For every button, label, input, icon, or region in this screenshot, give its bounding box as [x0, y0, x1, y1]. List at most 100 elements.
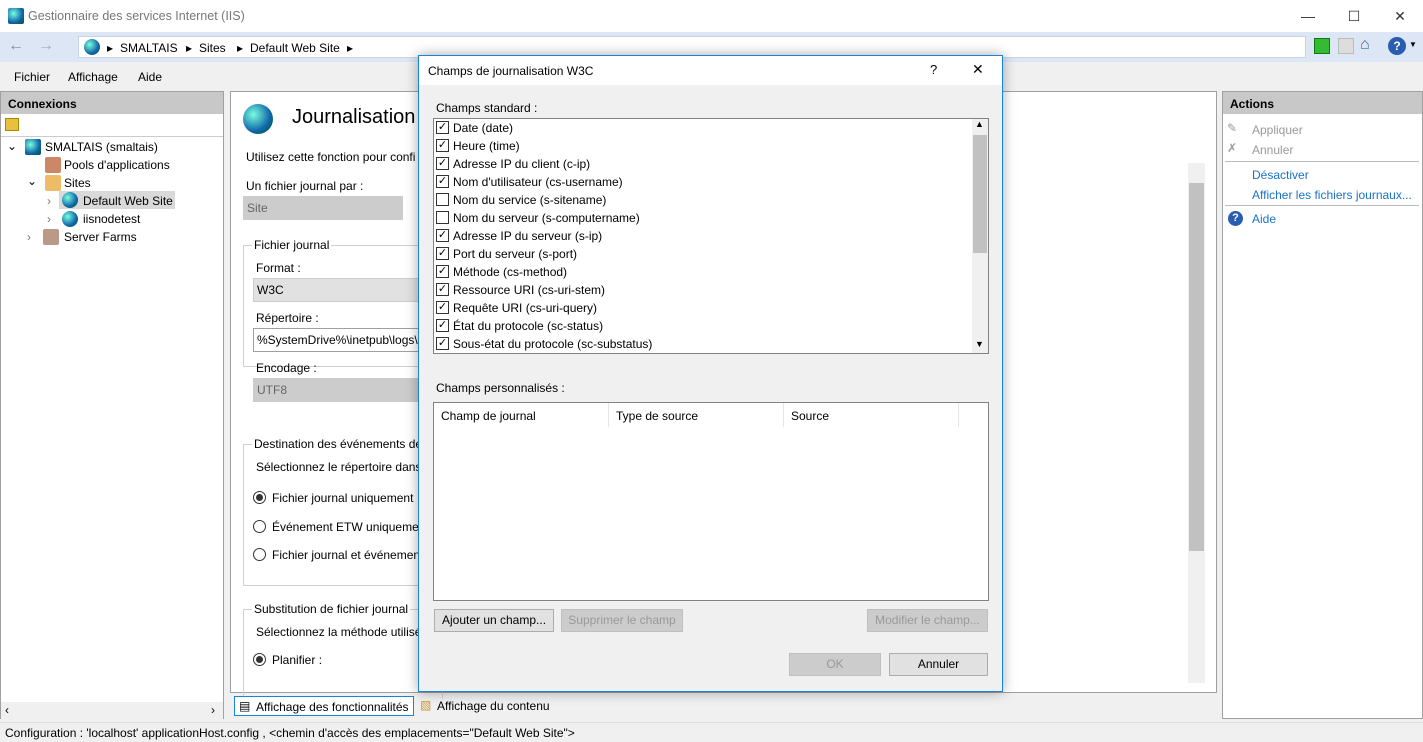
list-scrollbar-thumb[interactable]: [973, 135, 987, 253]
directory-input[interactable]: %SystemDrive%\inetpub\logs\: [253, 328, 423, 352]
field-checkbox[interactable]: ✓: [436, 157, 449, 170]
radio-logfile-only-label[interactable]: Fichier journal uniquement: [272, 491, 413, 505]
globe-icon: [84, 39, 100, 55]
standard-fields-list[interactable]: ✓ Sous-état du protocole (sc-substatus) ✓ É…: [433, 118, 989, 354]
refresh-icon[interactable]: [1314, 38, 1330, 54]
column-header-field[interactable]: Champ de journal: [441, 409, 536, 423]
dialog-help-button[interactable]: ?: [930, 62, 937, 77]
field-item[interactable]: ✓ État du protocole (sc-status): [434, 317, 974, 335]
field-checkbox[interactable]: ✓: [436, 139, 449, 152]
encoding-select[interactable]: UTF8: [253, 378, 423, 402]
radio-schedule[interactable]: [253, 653, 266, 666]
tree-item-server[interactable]: SMALTAIS (smaltais): [45, 140, 158, 154]
radio-etw-only-label[interactable]: Événement ETW uniquemen: [272, 520, 425, 534]
tab-content-label: Affichage du contenu: [437, 699, 550, 713]
horizontal-scrollbar[interactable]: ‹ ›: [1, 702, 223, 719]
field-checkbox[interactable]: ✓: [436, 319, 449, 332]
radio-etw-only[interactable]: [253, 520, 266, 533]
list-scrollbar[interactable]: ▲ ▼: [972, 119, 988, 353]
breadcrumb-default-web-site[interactable]: Default Web Site: [250, 41, 340, 55]
dialog-title: Champs de journalisation W3C: [428, 64, 594, 78]
field-checkbox[interactable]: [436, 211, 449, 224]
field-item[interactable]: ✓ Heure (time): [434, 137, 974, 155]
maximize-button[interactable]: ☐: [1331, 0, 1377, 32]
connections-panel: Connexions ⌄ SMALTAIS (smaltais) Pools d…: [0, 91, 224, 719]
add-field-button[interactable]: Ajouter un champ...: [434, 609, 554, 632]
breadcrumb-smaltais[interactable]: SMALTAIS: [120, 41, 178, 55]
edit-field-button[interactable]: Modifier le champ...: [867, 609, 988, 632]
format-label: Format :: [256, 261, 301, 275]
field-item[interactable]: ✓ Ressource URI (cs-uri-stem): [434, 281, 974, 299]
schedule-label[interactable]: Planifier :: [272, 653, 322, 667]
field-checkbox[interactable]: ✓: [436, 265, 449, 278]
field-checkbox[interactable]: ✓: [436, 229, 449, 242]
action-disable[interactable]: Désactiver: [1252, 168, 1309, 182]
directory-label: Répertoire :: [256, 311, 319, 325]
field-checkbox[interactable]: ✓: [436, 283, 449, 296]
stop-icon[interactable]: [1338, 38, 1354, 54]
connect-icon[interactable]: [5, 118, 19, 131]
cancel-button[interactable]: Annuler: [889, 653, 988, 676]
field-item[interactable]: ✓ Date (date): [434, 119, 974, 137]
menu-affichage[interactable]: Affichage: [68, 70, 118, 84]
field-item[interactable]: ✓ Requête URI (cs-uri-query): [434, 299, 974, 317]
field-label: Nom d'utilisateur (cs-username): [453, 175, 623, 189]
field-item[interactable]: Nom du service (s-sitename): [434, 191, 974, 209]
field-item[interactable]: ✓ Port du serveur (s-port): [434, 245, 974, 263]
tree-item-server-farms[interactable]: Server Farms: [64, 230, 137, 244]
field-checkbox[interactable]: ✓: [436, 175, 449, 188]
ok-button[interactable]: OK: [789, 653, 881, 676]
field-checkbox[interactable]: ✓: [436, 301, 449, 314]
tab-content-view[interactable]: ▧ Affichage du contenu: [418, 696, 598, 716]
server-icon: [25, 139, 41, 155]
field-item[interactable]: Nom du serveur (s-computername): [434, 209, 974, 227]
tree-item-iisnodetest[interactable]: iisnodetest: [83, 212, 140, 226]
logfile-group-label: Fichier journal: [252, 238, 332, 252]
action-apply[interactable]: Appliquer: [1252, 123, 1303, 137]
custom-fields-label: Champs personnalisés :: [436, 381, 565, 395]
column-header-source-type[interactable]: Type de source: [616, 409, 698, 423]
field-item[interactable]: ✓ Adresse IP du serveur (s-ip): [434, 227, 974, 245]
remove-field-button[interactable]: Supprimer le champ: [561, 609, 683, 632]
help-icon[interactable]: ?: [1388, 37, 1406, 55]
field-checkbox[interactable]: ✓: [436, 247, 449, 260]
field-label: Nom du service (s-sitename): [453, 193, 607, 207]
help-dropdown-icon[interactable]: ▼: [1409, 40, 1417, 49]
action-view-logs[interactable]: Afficher les fichiers journaux...: [1252, 188, 1412, 202]
breadcrumb-sites[interactable]: Sites: [199, 41, 226, 55]
home-icon[interactable]: ⌂: [1360, 36, 1370, 54]
menu-fichier[interactable]: Fichier: [14, 70, 50, 84]
field-item[interactable]: ✓ Méthode (cs-method): [434, 263, 974, 281]
destination-group-label: Destination des événements de j: [252, 437, 431, 451]
connections-title: Connexions: [1, 92, 223, 114]
scrollbar-thumb[interactable]: [1189, 183, 1204, 551]
field-label: Méthode (cs-method): [453, 265, 568, 279]
radio-both-label[interactable]: Fichier journal et événemen: [272, 548, 420, 562]
radio-both[interactable]: [253, 548, 266, 561]
minimize-button[interactable]: —: [1285, 0, 1331, 32]
back-button[interactable]: ←: [8, 37, 24, 55]
radio-logfile-only[interactable]: [253, 491, 266, 504]
field-checkbox[interactable]: ✓: [436, 337, 449, 350]
tab-features-view[interactable]: ▤ Affichage des fonctionnalités: [234, 696, 414, 716]
tree-item-default-web-site[interactable]: Default Web Site: [83, 194, 173, 208]
vertical-scrollbar[interactable]: [1188, 163, 1205, 683]
field-item[interactable]: ✓ Adresse IP du client (c-ip): [434, 155, 974, 173]
field-checkbox[interactable]: [436, 193, 449, 206]
custom-fields-table[interactable]: Champ de journal Type de source Source: [433, 402, 989, 601]
close-button[interactable]: ✕: [1377, 0, 1423, 32]
format-select[interactable]: W3C: [253, 278, 423, 302]
column-header-source[interactable]: Source: [791, 409, 829, 423]
field-label: Adresse IP du client (c-ip): [453, 157, 591, 171]
action-help[interactable]: Aide: [1252, 212, 1276, 226]
menu-aide[interactable]: Aide: [138, 70, 162, 84]
field-item[interactable]: ✓ Sous-état du protocole (sc-substatus): [434, 335, 974, 353]
field-item[interactable]: ✓ Nom d'utilisateur (cs-username): [434, 173, 974, 191]
tree-item-app-pools[interactable]: Pools d'applications: [64, 158, 170, 172]
action-cancel[interactable]: Annuler: [1252, 143, 1293, 157]
forward-button[interactable]: →: [38, 37, 54, 55]
log-per-select[interactable]: Site: [243, 196, 403, 220]
dialog-close-button[interactable]: ✕: [972, 61, 984, 78]
field-checkbox[interactable]: ✓: [436, 121, 449, 134]
tree-item-sites[interactable]: Sites: [64, 176, 91, 190]
